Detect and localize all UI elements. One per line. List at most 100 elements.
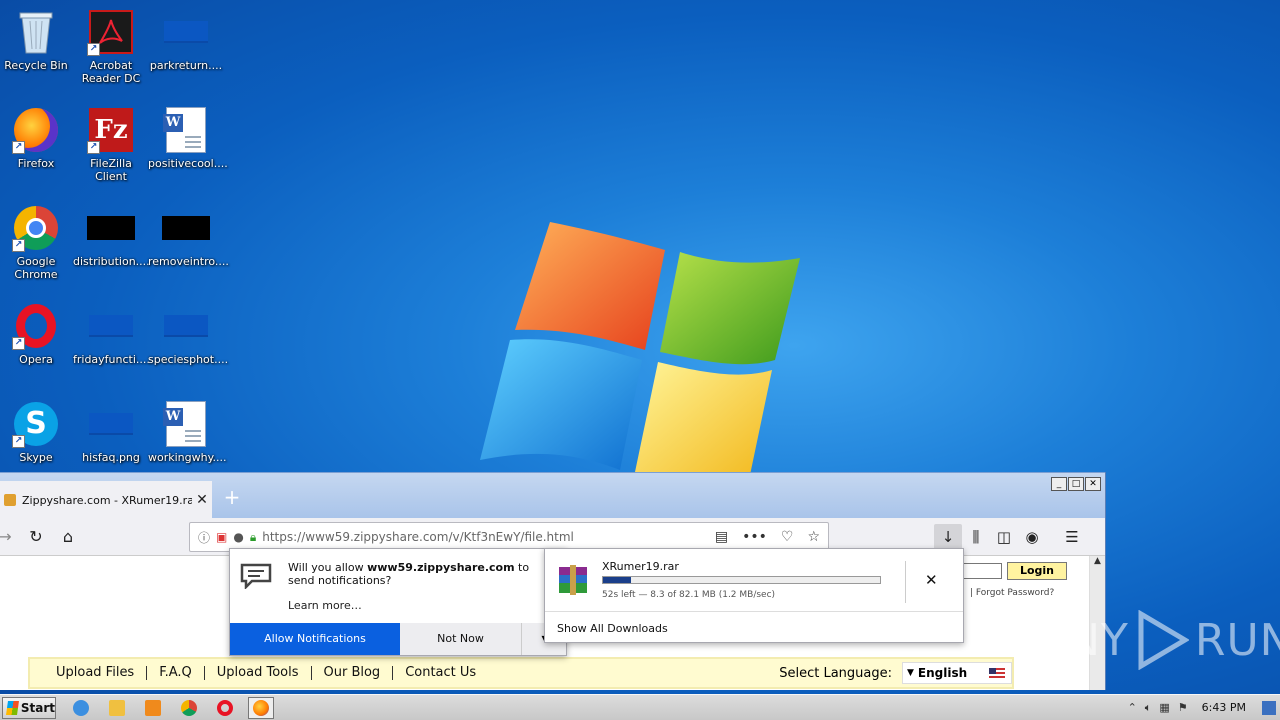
desktop-icon-acrobat[interactable]: ↗ Acrobat Reader DC (73, 8, 149, 85)
not-now-button[interactable]: Not Now (400, 623, 522, 655)
library-icon[interactable]: ⫼ (962, 524, 990, 550)
desktop-icon-label: Firefox (17, 157, 55, 170)
desktop-icon-label: distribution.... (73, 255, 150, 268)
recycle-bin-icon (19, 12, 53, 54)
show-desktop-icon[interactable] (1262, 700, 1276, 715)
watermark-right: RUN (1194, 614, 1280, 666)
info-icon[interactable]: ● (233, 530, 243, 544)
file-icon (89, 315, 133, 337)
forgot-password-link[interactable]: | Forgot Password? (970, 588, 1054, 598)
desktop-icon-recycle-bin[interactable]: Recycle Bin (0, 8, 74, 72)
shortcut-arrow-icon: ↗ (12, 239, 25, 252)
back-icon[interactable]: → (0, 526, 16, 548)
title-bar: Zippyshare.com - XRumer19.rar ✕ + _ □ ✕ (0, 472, 1105, 519)
password-input[interactable] (962, 563, 1002, 579)
watermark-left: ANY (1036, 614, 1129, 666)
shortcut-arrow-icon: ↗ (12, 141, 25, 154)
download-progress-bar (602, 576, 881, 584)
winrar-archive-icon (559, 565, 587, 595)
desktop-icon-skype[interactable]: S ↗ Skype (0, 400, 74, 464)
reader-view-icon[interactable]: ▤ (715, 529, 728, 545)
window-controls: _ □ ✕ (1051, 477, 1101, 491)
tab-title: Zippyshare.com - XRumer19.rar (22, 493, 192, 507)
divider (905, 561, 906, 603)
menu-hamburger-icon[interactable]: ☰ (1058, 524, 1086, 550)
cancel-download-icon[interactable]: ✕ (925, 571, 938, 589)
menu-faq[interactable]: F.A.Q (147, 666, 205, 680)
minimize-button[interactable]: _ (1051, 477, 1067, 491)
desktop-icon-hisfaq[interactable]: hisfaq.png (73, 400, 149, 464)
download-item[interactable]: XRumer19.rar 52s left — 8.3 of 82.1 MB (… (545, 549, 963, 612)
select-language-label: Select Language: (779, 665, 892, 681)
language-dropdown[interactable]: ▼ English (902, 662, 1012, 684)
taskbar-ie-icon[interactable] (68, 697, 94, 719)
dropdown-arrow-icon: ▼ (907, 668, 914, 678)
file-icon (164, 315, 208, 337)
file-icon (164, 21, 208, 43)
us-flag-icon (989, 668, 1005, 678)
desktop-icon-label: Acrobat Reader DC (81, 59, 141, 85)
pocket-icon[interactable]: ♡ (781, 529, 794, 545)
page-info-icon[interactable]: ⓘ (198, 529, 210, 546)
page-actions-icon[interactable]: ••• (742, 529, 767, 545)
clock[interactable]: 6:43 PM (1202, 701, 1246, 714)
network-icon[interactable]: ▦ (1159, 701, 1169, 715)
url-text[interactable]: https://www59.zippyshare.com/v/Ktf3nEwY/… (262, 530, 715, 544)
close-window-button[interactable]: ✕ (1085, 477, 1101, 491)
show-all-downloads-link[interactable]: Show All Downloads (557, 622, 668, 635)
home-icon[interactable]: ⌂ (57, 526, 79, 548)
menu-contact-us[interactable]: Contact Us (393, 666, 488, 680)
scroll-up-icon[interactable]: ▲ (1090, 556, 1105, 566)
desktop-icon-parkreturn[interactable]: parkreturn.... (148, 8, 224, 72)
bookmark-star-icon[interactable]: ☆ (807, 529, 820, 545)
play-logo-icon (1138, 610, 1189, 670)
menu-upload-files[interactable]: Upload Files (44, 666, 148, 680)
desktop-icon-label: removeintro.... (148, 255, 229, 268)
tab-close-icon[interactable]: ✕ (192, 492, 212, 508)
learn-more-link[interactable]: Learn more… (288, 599, 362, 612)
taskbar-apps (68, 696, 274, 719)
reload-icon[interactable]: ↻ (25, 526, 47, 548)
language-selector: Select Language: ▼ English (779, 662, 1012, 684)
notification-blocked-icon[interactable]: ▣ (216, 530, 227, 544)
taskbar-firefox-icon[interactable] (248, 696, 274, 719)
downloads-panel: XRumer19.rar 52s left — 8.3 of 82.1 MB (… (544, 548, 964, 643)
allow-notifications-button[interactable]: Allow Notifications (230, 623, 400, 655)
maximize-button[interactable]: □ (1068, 477, 1084, 491)
chat-bubble-icon (240, 563, 272, 589)
desktop-icon-workingwhy[interactable]: W workingwhy.... (148, 400, 227, 464)
account-icon[interactable]: ◉ (1018, 524, 1046, 550)
menu-upload-tools[interactable]: Upload Tools (205, 666, 312, 680)
desktop-icon-speciesphot[interactable]: speciesphot.... (148, 302, 228, 366)
desktop-icon-label: Opera (19, 353, 53, 366)
start-button[interactable]: Start (2, 696, 56, 719)
taskbar-opera-icon[interactable] (212, 697, 238, 719)
desktop-icon-filezilla[interactable]: Fz ↗ FileZilla Client (73, 106, 149, 183)
downloads-icon[interactable]: ↓ (934, 524, 962, 550)
desktop-icon-opera[interactable]: ↗ Opera (0, 302, 74, 366)
desktop-icon-chrome[interactable]: ↗ Google Chrome (0, 204, 74, 281)
taskbar-chrome-icon[interactable] (176, 697, 202, 719)
desktop-icon-positivecool[interactable]: W positivecool.... (148, 106, 228, 170)
desktop-icon-label: workingwhy.... (148, 451, 227, 464)
sidebar-icon[interactable]: ◫ (990, 524, 1018, 550)
taskbar: Start ⌃ 🔈︎ ▦ ⚑ 6:43 PM (0, 694, 1280, 720)
taskbar-explorer-icon[interactable] (104, 697, 130, 719)
desktop-icon-removeintro[interactable]: removeintro.... (148, 204, 229, 268)
desktop-icon-distribution[interactable]: distribution.... (73, 204, 150, 268)
menu-our-blog[interactable]: Our Blog (312, 666, 394, 680)
shortcut-arrow-icon: ↗ (87, 43, 100, 56)
desktop-icon-fridayfuncti[interactable]: fridayfuncti.... (73, 302, 150, 366)
download-file-name: XRumer19.rar (602, 560, 679, 573)
tray-expand-icon[interactable]: ⌃ (1128, 701, 1137, 715)
desktop-icon-firefox[interactable]: ↗ Firefox (0, 106, 74, 170)
word-doc-icon: W (163, 107, 206, 153)
taskbar-media-player-icon[interactable] (140, 697, 166, 719)
new-tab-button[interactable]: + (220, 485, 244, 509)
action-center-flag-icon[interactable]: ⚑ (1178, 701, 1188, 715)
volume-icon[interactable]: 🔈︎ (1145, 701, 1152, 715)
login-button[interactable]: Login (1007, 562, 1067, 580)
site-menu-bar: Upload Files F.A.Q Upload Tools Our Blog… (28, 657, 1014, 689)
anyrun-watermark: ANY RUN (1036, 610, 1280, 670)
browser-tab[interactable]: Zippyshare.com - XRumer19.rar ✕ (0, 481, 212, 519)
